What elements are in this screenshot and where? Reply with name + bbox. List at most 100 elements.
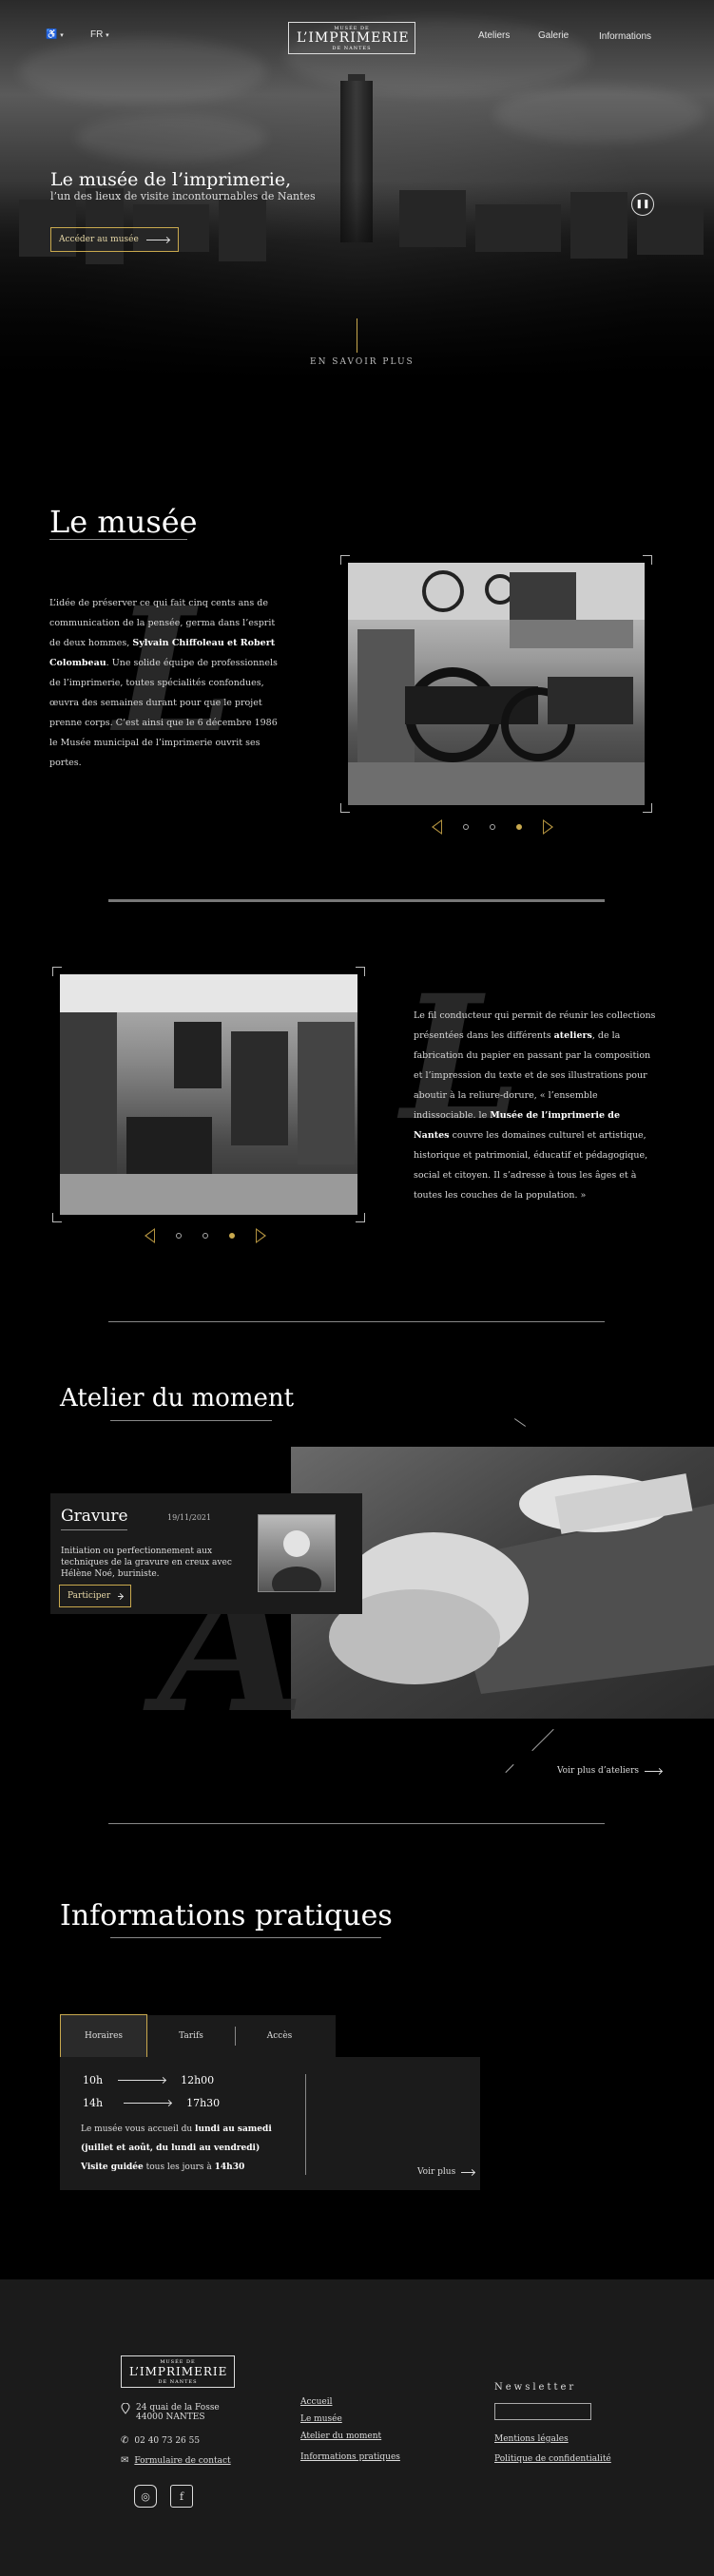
facebook-glyph: f bbox=[179, 2489, 184, 2503]
frame-corner bbox=[340, 555, 350, 565]
hour-to: 12h00 bbox=[181, 2074, 215, 2086]
phone-icon: ✆ bbox=[121, 2435, 129, 2446]
legal-notice-link[interactable]: Mentions légales bbox=[494, 2434, 569, 2444]
hero-title: Le musée de l’imprimerie, bbox=[50, 169, 292, 190]
chevron-down-icon: ▾ bbox=[106, 32, 109, 39]
title-underline bbox=[110, 1937, 381, 1938]
infos-tabs: Horaires Tarifs Accès bbox=[60, 2014, 336, 2058]
carousel-dot[interactable] bbox=[203, 1233, 208, 1239]
contact-form-link: Formulaire de contact bbox=[134, 2455, 231, 2466]
infos-panel: 10h 12h00 14h 17h30 Le musée vous accuei… bbox=[60, 2057, 480, 2190]
opening-line-1-bold: lundi au samedi bbox=[195, 2124, 272, 2134]
address-line-1: 24 quai de la Fosse bbox=[136, 2403, 220, 2413]
musee-p1-rest: . Une solide équipe de professionnels de… bbox=[49, 658, 278, 768]
musee-title: Le musée bbox=[49, 504, 198, 540]
carousel-dot-active[interactable] bbox=[229, 1233, 235, 1239]
more-infos-link[interactable]: Voir plus bbox=[417, 2167, 475, 2177]
hours-row: 14h 17h30 bbox=[83, 2097, 220, 2109]
portrait-illustration bbox=[272, 1530, 321, 1601]
previous-icon[interactable] bbox=[145, 1228, 155, 1243]
pause-icon: ❚❚ bbox=[635, 200, 650, 209]
opening-info: Le musée vous accueil du lundi au samedi… bbox=[81, 2120, 309, 2177]
access-museum-label: Accéder au musée bbox=[59, 235, 139, 244]
privacy-policy-link[interactable]: Politique de confidentialité bbox=[494, 2454, 611, 2464]
footer bbox=[0, 2279, 714, 2576]
language-label: FR bbox=[90, 29, 104, 40]
musee-paragraph-2: Le fil conducteur qui permit de réunir l… bbox=[414, 1006, 656, 1205]
tab-tarifs[interactable]: Tarifs bbox=[147, 2015, 235, 2057]
site-logo[interactable]: MUSÉE DE L’IMPRIMERIE DE NANTES bbox=[288, 22, 415, 54]
carousel-dot[interactable] bbox=[490, 824, 495, 830]
musee-paragraph-1: L’idée de préserver ce qui fait cinq cen… bbox=[49, 593, 282, 773]
address-line-2: 44000 NANTES bbox=[136, 2413, 205, 2422]
nav-galerie[interactable]: Galerie bbox=[538, 30, 569, 41]
section-divider bbox=[108, 899, 605, 902]
logo-main-text: L’IMPRIMERIE bbox=[297, 30, 410, 46]
frame-corner bbox=[356, 1213, 365, 1222]
footer-link-musee[interactable]: Le musée bbox=[300, 2414, 342, 2424]
footer-contact[interactable]: ✉ Formulaire de contact bbox=[121, 2455, 231, 2466]
frame-corner bbox=[52, 1213, 62, 1222]
carousel-dot[interactable] bbox=[463, 824, 469, 830]
opening-line-3-time: 14h30 bbox=[214, 2163, 245, 2172]
musee-carousel-1-controls bbox=[432, 819, 553, 835]
next-icon[interactable] bbox=[256, 1228, 266, 1243]
logo-bottom-text: DE NANTES bbox=[332, 46, 372, 51]
decor-line bbox=[531, 1728, 554, 1752]
facebook-icon[interactable]: f bbox=[170, 2485, 193, 2508]
arrow-right-icon bbox=[118, 1595, 123, 1597]
footer-link-atelier[interactable]: Atelier du moment bbox=[300, 2432, 381, 2441]
opening-line-1-text: Le musée vous accueil du bbox=[81, 2124, 193, 2134]
arrow-right-icon bbox=[461, 2171, 475, 2173]
newsletter-email-input[interactable] bbox=[494, 2403, 591, 2420]
frame-corner bbox=[643, 803, 652, 813]
phone-number: 02 40 73 26 55 bbox=[134, 2435, 201, 2446]
opening-line-2: (juillet et août, du lundi au vendredi) bbox=[81, 2139, 309, 2158]
panel-separator bbox=[305, 2074, 306, 2175]
opening-line-3: Visite guidée tous les jours à 14h30 bbox=[81, 2158, 309, 2177]
hour-to: 17h30 bbox=[186, 2097, 221, 2109]
opening-line-3-text: tous les jours à bbox=[145, 2163, 212, 2172]
tab-acces[interactable]: Accès bbox=[236, 2015, 323, 2057]
opening-line-2-bold: (juillet et août, du lundi au vendredi) bbox=[81, 2143, 261, 2153]
title-underline bbox=[110, 1420, 272, 1421]
carousel-dot-active[interactable] bbox=[516, 824, 522, 830]
arrow-right-icon bbox=[644, 1770, 662, 1772]
know-more-link[interactable]: EN SAVOIR PLUS bbox=[310, 357, 415, 367]
hours-row: 10h 12h00 bbox=[83, 2074, 214, 2086]
frame-corner bbox=[340, 803, 350, 813]
footer-link-accueil[interactable]: Accueil bbox=[300, 2397, 332, 2407]
opening-line-3-bold: Visite guidée bbox=[81, 2163, 144, 2172]
footer-logo[interactable]: MUSÉE DE L’IMPRIMERIE DE NANTES bbox=[121, 2355, 235, 2388]
nav-informations[interactable]: Informations bbox=[599, 31, 651, 42]
chevron-down-icon: ▾ bbox=[60, 32, 64, 39]
frame-corner bbox=[52, 967, 62, 976]
participate-button[interactable]: Participer bbox=[59, 1585, 131, 1607]
newsletter-title: Newsletter bbox=[494, 2382, 577, 2393]
accessibility-menu[interactable]: ♿ ▾ bbox=[46, 29, 64, 40]
logo-main-text: L’IMPRIMERIE bbox=[129, 2365, 228, 2378]
opening-line-1: Le musée vous accueil du lundi au samedi bbox=[81, 2120, 309, 2139]
decor-line bbox=[513, 1418, 527, 1427]
next-icon[interactable] bbox=[543, 819, 553, 835]
language-select[interactable]: FR ▾ bbox=[90, 29, 109, 40]
atelier-card-title: Gravure bbox=[61, 1507, 128, 1526]
musee-p2-text-b: , de la fabrication du papier en passant… bbox=[414, 1030, 651, 1121]
footer-link-informations[interactable]: Informations pratiques bbox=[300, 2452, 400, 2462]
access-museum-button[interactable]: Accéder au musée bbox=[50, 227, 179, 252]
atelier-card: Gravure 19/11/2021 Initiation ou perfect… bbox=[50, 1493, 362, 1614]
carousel-dot[interactable] bbox=[176, 1233, 182, 1239]
instagram-icon[interactable]: ◎ bbox=[134, 2485, 157, 2508]
tab-horaires[interactable]: Horaires bbox=[60, 2014, 147, 2058]
pause-button[interactable]: ❚❚ bbox=[631, 193, 654, 216]
arrow-right-icon bbox=[118, 2080, 166, 2081]
atelier-title: Atelier du moment bbox=[60, 1384, 295, 1413]
nav-ateliers[interactable]: Ateliers bbox=[478, 30, 510, 41]
previous-icon[interactable] bbox=[432, 819, 442, 835]
musee-carousel-2-controls bbox=[145, 1228, 266, 1243]
participate-label: Participer bbox=[68, 1591, 111, 1601]
frame-corner bbox=[643, 555, 652, 565]
footer-phone[interactable]: ✆ 02 40 73 26 55 bbox=[121, 2435, 200, 2446]
card-title-underline bbox=[61, 1529, 127, 1530]
more-workshops-link[interactable]: Voir plus d’ateliers bbox=[557, 1766, 662, 1776]
